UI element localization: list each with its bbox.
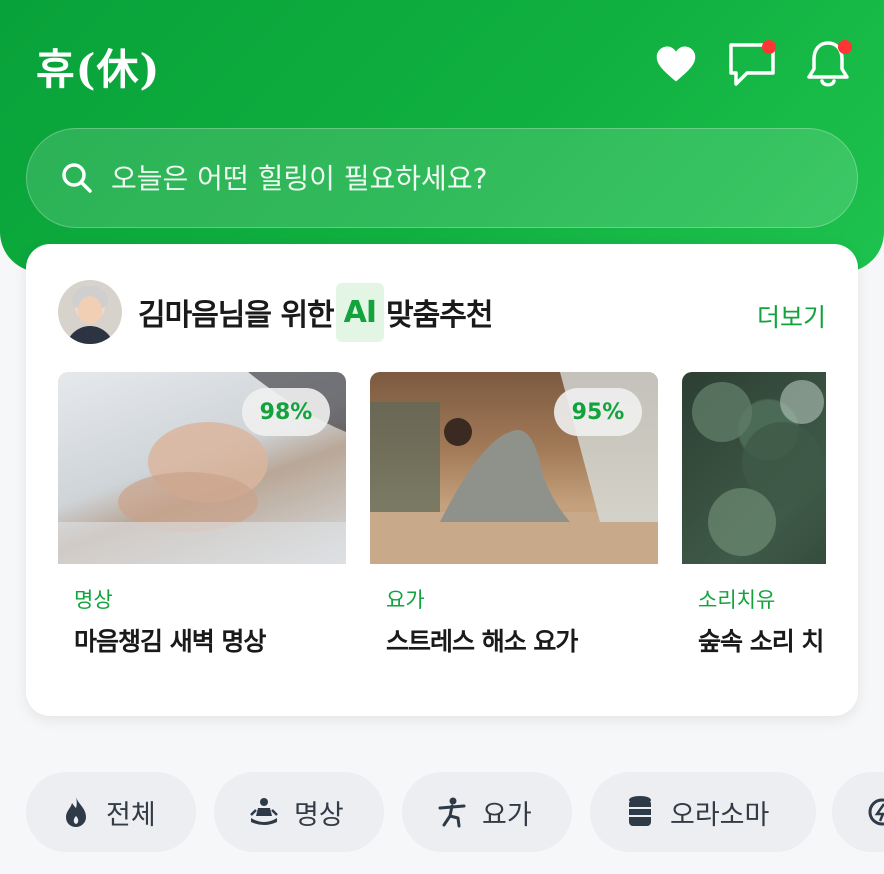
forest-image: [692, 380, 824, 556]
recommendation-list: 98% 명상 마음챙김 새벽 명상 95% 요가 스트레스 해소 요가 소리치유…: [58, 372, 826, 692]
recommendation-thumbnail: 98%: [58, 372, 346, 564]
category-chip-sound[interactable]: [832, 772, 884, 852]
category-chip-all[interactable]: 전체: [26, 772, 196, 852]
recommendation-category: 소리치유: [698, 588, 776, 612]
recommendation-item[interactable]: 95% 요가 스트레스 해소 요가: [370, 372, 658, 658]
sound-icon: [866, 796, 884, 828]
category-chip-meditation[interactable]: 명상: [214, 772, 384, 852]
title-suffix: 맞춤추천: [386, 298, 493, 333]
messages-button[interactable]: [726, 38, 778, 90]
notifications-dot: [838, 40, 852, 54]
heart-icon: [656, 46, 696, 82]
recommendation-category: 요가: [386, 588, 425, 612]
category-chips: 전체 명상 요가 오라소마: [26, 772, 884, 852]
recommendation-item[interactable]: 소리치유 숲속 소리 치: [682, 372, 826, 658]
app-logo[interactable]: 휴(休): [36, 36, 160, 97]
recommendation-title-text: 마음챙김 새벽 명상: [74, 627, 266, 656]
category-chip-label: 전체: [106, 799, 156, 831]
header-actions: [650, 38, 854, 90]
messages-notification-dot: [762, 40, 776, 54]
title-prefix: 김마음님을 위한: [138, 298, 335, 333]
recommendation-title-text: 스트레스 해소 요가: [386, 627, 578, 656]
recommendation-thumbnail: [682, 372, 826, 564]
bottles-icon: [624, 796, 656, 828]
category-chip-aurasoma[interactable]: 오라소마: [590, 772, 816, 852]
favorites-button[interactable]: [650, 38, 702, 90]
recommendation-title-text: 숲속 소리 치: [698, 627, 824, 656]
yoga-icon: [436, 796, 468, 828]
category-chip-label: 명상: [294, 799, 344, 831]
recommendation-thumbnail: 95%: [370, 372, 658, 564]
fire-icon: [60, 796, 92, 828]
ai-recommendation-card: 김마음님을 위한 AI 맞춤추천 더보기 98% 명상 마음챙김 새벽 명상 9…: [26, 244, 858, 716]
more-link[interactable]: 더보기: [757, 298, 826, 334]
avatar[interactable]: [58, 280, 122, 344]
search-bar[interactable]: [26, 128, 858, 228]
recommendation-title: 김마음님을 위한 AI 맞춤추천: [138, 282, 493, 342]
match-badge: 98%: [242, 388, 330, 436]
ai-badge: AI: [335, 282, 385, 342]
meditation-icon: [248, 796, 280, 828]
category-chip-yoga[interactable]: 요가: [402, 772, 572, 852]
recommendation-category: 명상: [74, 588, 113, 612]
category-chip-label: 요가: [482, 799, 532, 831]
card-header: 김마음님을 위한 AI 맞춤추천 더보기: [58, 280, 826, 344]
search-icon: [62, 163, 92, 193]
match-badge: 95%: [554, 388, 642, 436]
recommendation-item[interactable]: 98% 명상 마음챙김 새벽 명상: [58, 372, 346, 658]
notifications-button[interactable]: [802, 38, 854, 90]
search-input[interactable]: [111, 161, 811, 195]
category-chip-label: 오라소마: [670, 799, 770, 831]
